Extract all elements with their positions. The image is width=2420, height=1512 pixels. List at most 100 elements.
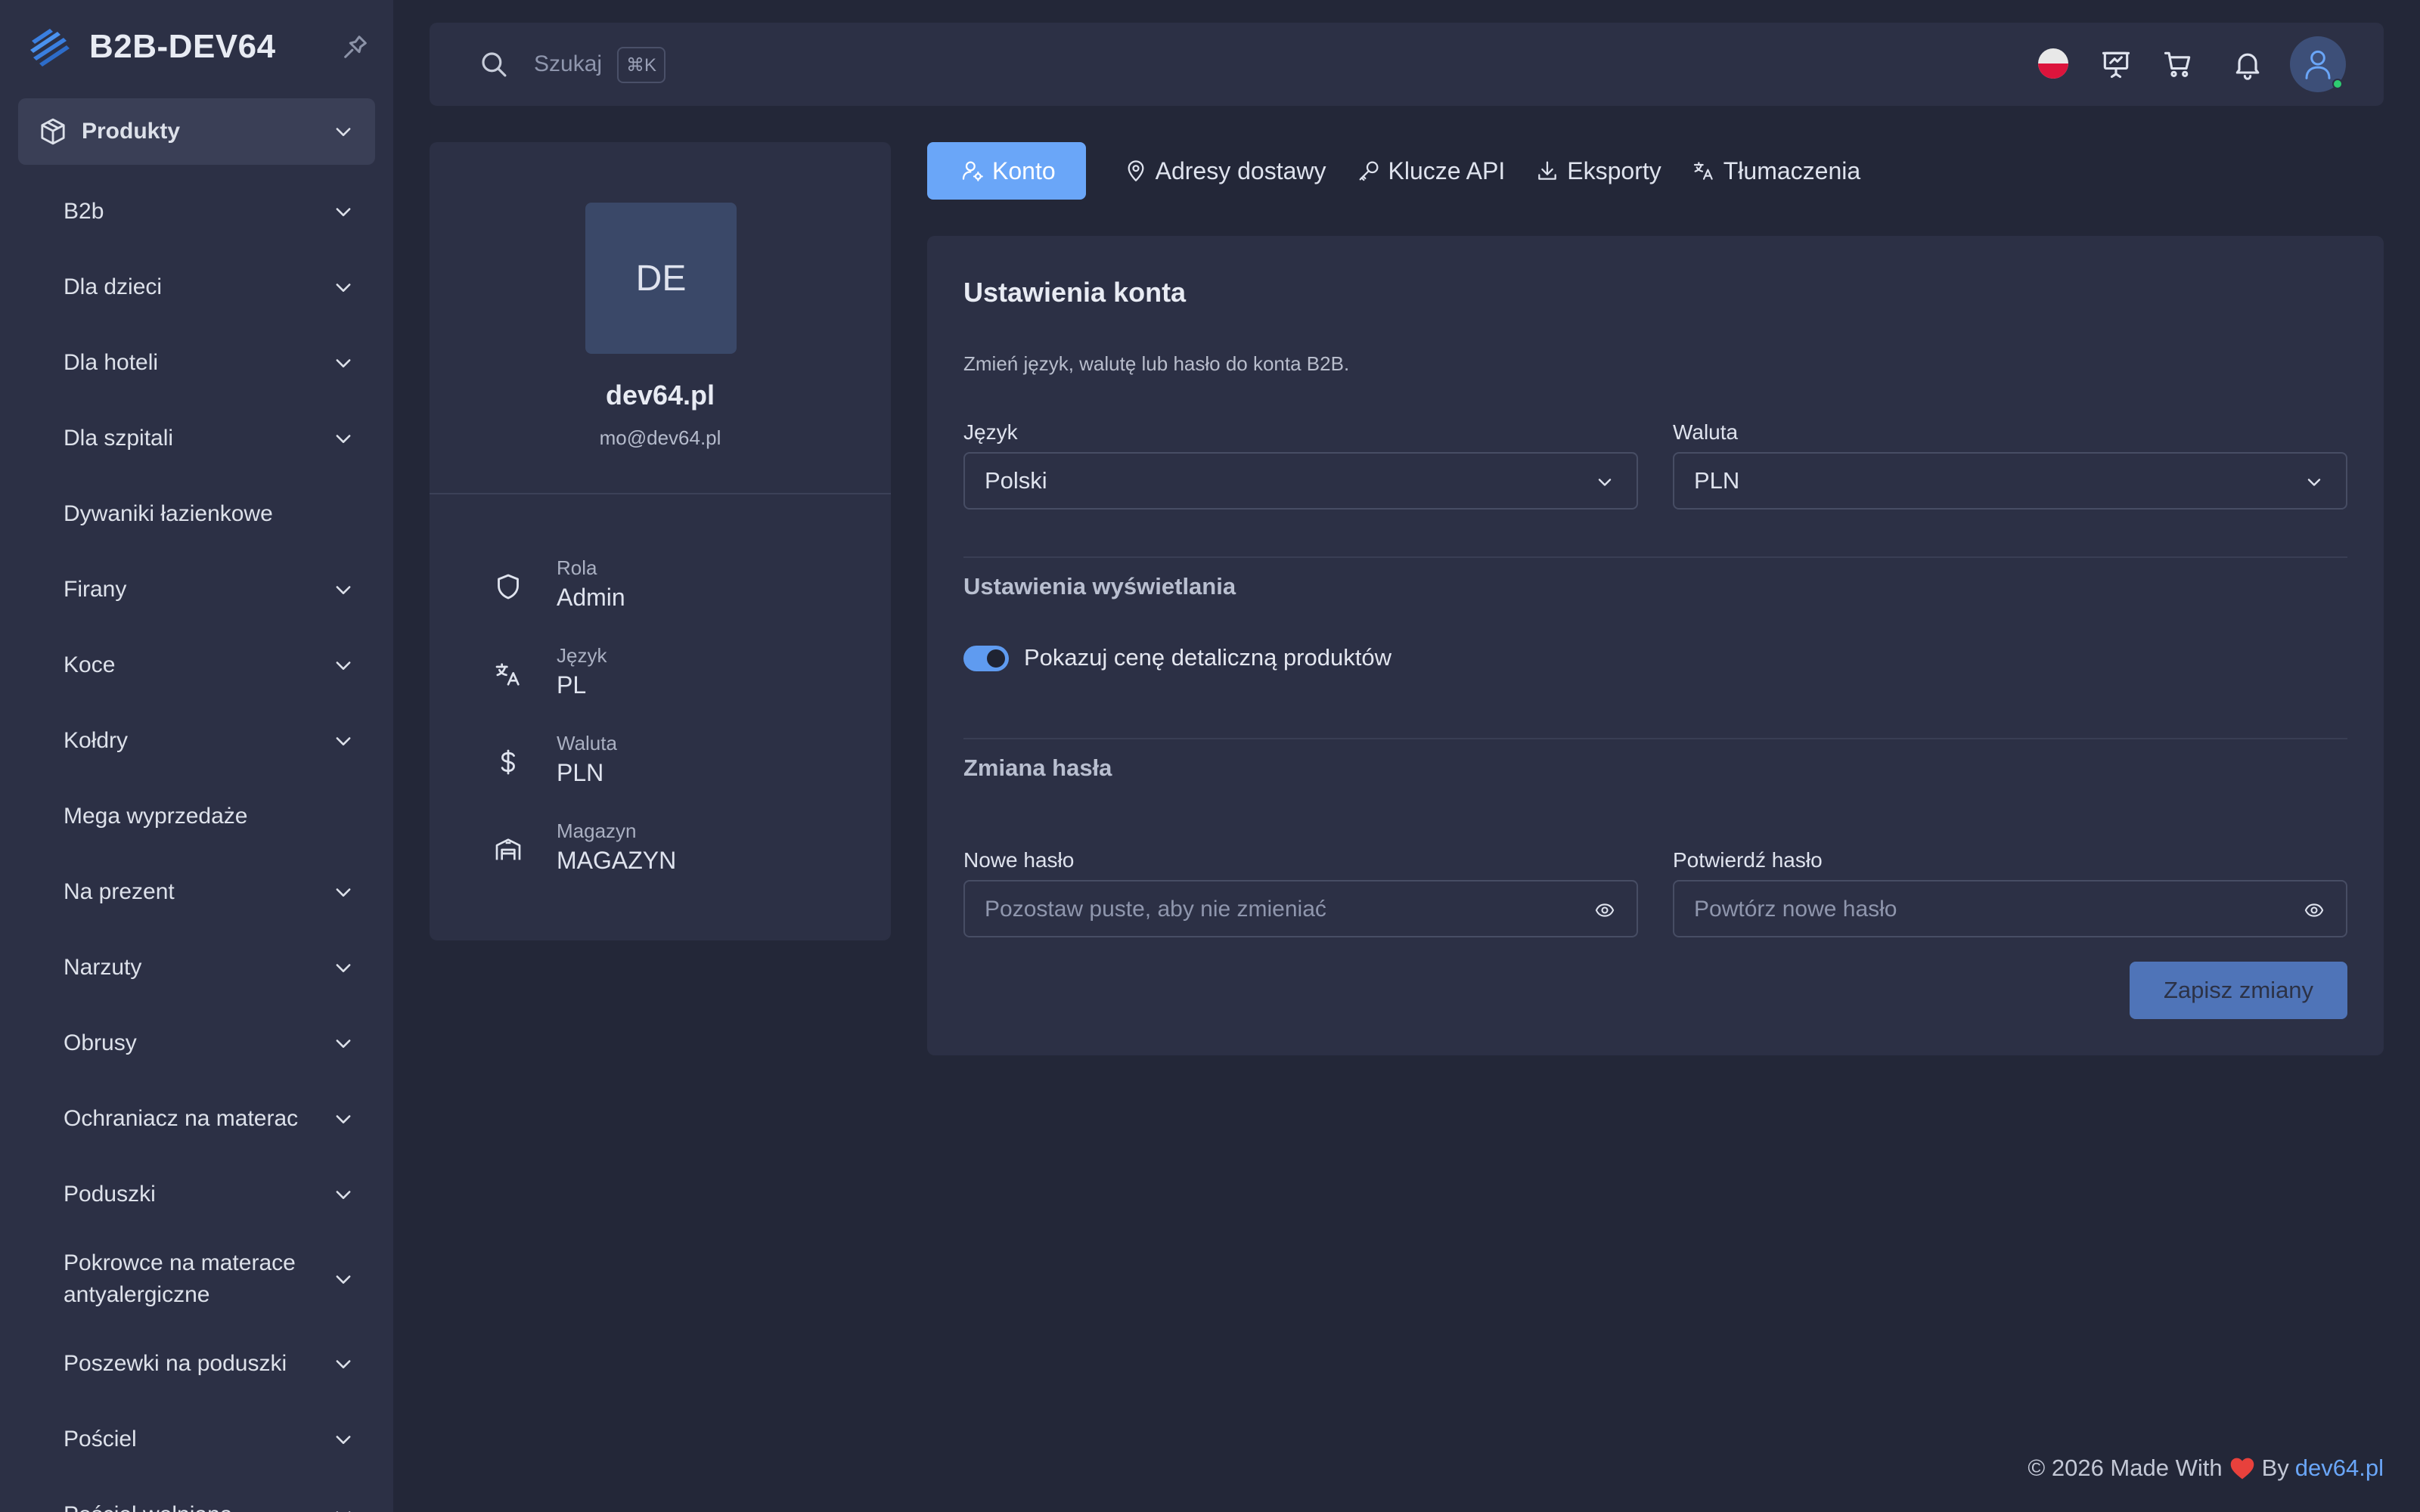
sidebar-item-label: Kołdry: [64, 728, 129, 753]
chevron-down-icon: [336, 737, 351, 745]
sidebar-item-label: Pokrowce na materace antyalergiczne: [64, 1250, 296, 1307]
cart-icon[interactable]: [2161, 48, 2195, 81]
profile-email: mo@dev64.pl: [599, 426, 721, 449]
sidebar-item-label: Dla szpitali: [64, 426, 174, 451]
sidebar-item-label: Poszewki na poduszki: [64, 1351, 287, 1376]
sidebar-item-koldry[interactable]: Kołdry: [18, 703, 375, 779]
eye-icon[interactable]: [1594, 900, 1615, 921]
confirm-password-input[interactable]: [1694, 892, 2284, 927]
package-icon: [41, 118, 65, 145]
chevron-down-icon: [336, 359, 351, 367]
profile-avatar: DE: [585, 203, 737, 354]
profile-language-value: PL: [557, 671, 587, 699]
sidebar: B2B-DEV64 Produkty B2b Dla dzieci Dla ho…: [0, 0, 393, 1512]
sidebar-item-label: Dywaniki łazienkowe: [64, 501, 273, 526]
sidebar-item-label: B2b: [64, 199, 104, 224]
footer-link[interactable]: dev64.pl: [2295, 1455, 2384, 1482]
sidebar-item-koce[interactable]: Koce: [18, 627, 375, 703]
chevron-down-icon: [336, 1040, 351, 1048]
tab-label: Tłumaczenia: [1723, 156, 1861, 184]
display-settings-title: Ustawienia wyświetlania: [963, 573, 1236, 600]
save-button[interactable]: Zapisz zmiany: [2130, 962, 2347, 1019]
flag-pl-icon[interactable]: [2038, 48, 2068, 79]
eye-icon[interactable]: [2304, 900, 2325, 921]
chevron-down-icon: [336, 208, 351, 216]
retail-price-toggle-label: Pokazuj cenę detaliczną produktów: [1024, 644, 1392, 671]
tab-eksporty[interactable]: Eksporty: [1535, 142, 1691, 200]
profile-role-value: Admin: [557, 584, 625, 611]
chevron-down-icon: [336, 1360, 351, 1368]
sidebar-item-narzuty[interactable]: Narzuty: [18, 930, 375, 1005]
sidebar-item-posciel[interactable]: Pościel: [18, 1402, 375, 1477]
new-password-field: [963, 880, 1638, 937]
sidebar-item-label: Dla dzieci: [64, 274, 163, 299]
translate-icon: [1693, 162, 1713, 180]
language-select[interactable]: Polski: [963, 452, 1638, 510]
panel-title: Ustawienia konta: [963, 277, 1187, 308]
footer: © 2026 Made With By dev64.pl: [2028, 1455, 2384, 1482]
toggle-knob: [987, 649, 1005, 668]
new-password-input[interactable]: [985, 892, 1575, 927]
sidebar-item-ochraniacz[interactable]: Ochraniacz na materac: [18, 1081, 375, 1157]
download-icon: [1538, 161, 1557, 180]
profile-currency-value: PLN: [557, 759, 604, 786]
sidebar-item-obrusy[interactable]: Obrusy: [18, 1005, 375, 1081]
sidebar-item-label: Dla hoteli: [64, 350, 159, 375]
sidebar-item-label: Pościel: [64, 1427, 137, 1452]
language-select-value: Polski: [985, 467, 1047, 494]
bell-icon[interactable]: [2231, 48, 2264, 81]
chevron-down-icon: [336, 435, 351, 443]
sidebar-item-firany[interactable]: Firany: [18, 552, 375, 627]
tab-klucze-api[interactable]: Klucze API: [1357, 142, 1536, 200]
sidebar-item-posciel-welniana[interactable]: Pościel wełniana: [18, 1477, 375, 1512]
sidebar-item-dywaniki[interactable]: Dywaniki łazienkowe: [18, 476, 375, 552]
chevron-down-icon: [336, 1511, 351, 1512]
sidebar-item-b2b[interactable]: B2b: [18, 174, 375, 249]
user-menu-button[interactable]: [2290, 36, 2346, 92]
password-change-title: Zmiana hasła: [963, 754, 1112, 781]
sidebar-item-na-prezent[interactable]: Na prezent: [18, 854, 375, 930]
profile-warehouse-value: MAGAZYN: [557, 847, 677, 874]
profile-language-label: Język: [557, 644, 607, 667]
sidebar-item-dla-hoteli[interactable]: Dla hoteli: [18, 325, 375, 401]
tab-tlumaczenia[interactable]: Tłumaczenia: [1692, 142, 1891, 200]
key-icon: [1359, 161, 1378, 181]
presentation-icon[interactable]: [2099, 48, 2133, 81]
sidebar-item-label: Na prezent: [64, 879, 175, 904]
sidebar-item-dla-dzieci[interactable]: Dla dzieci: [18, 249, 375, 325]
sidebar-item-poduszki[interactable]: Poduszki: [18, 1157, 375, 1232]
sidebar-item-label: Pościel wełniana: [64, 1502, 232, 1512]
brand[interactable]: B2B-DEV64: [27, 23, 276, 71]
sidebar-item-label: Mega wyprzedaże: [64, 804, 248, 829]
tab-konto[interactable]: Konto: [927, 142, 1086, 200]
retail-price-toggle[interactable]: [963, 646, 1009, 671]
heart-icon: [2230, 1458, 2254, 1479]
dollar-icon: [501, 749, 515, 775]
chevron-down-icon: [336, 284, 351, 292]
sidebar-item-label: Firany: [64, 577, 127, 602]
chevron-down-icon: [336, 1191, 351, 1199]
sidebar-item-pokrowce[interactable]: Pokrowce na materace antyalergiczne: [18, 1232, 375, 1326]
sidebar-item-dla-szpitali[interactable]: Dla szpitali: [18, 401, 375, 476]
sidebar-item-label: Poduszki: [64, 1182, 156, 1207]
chevron-down-icon: [336, 964, 351, 972]
chevron-down-icon: [336, 1436, 351, 1444]
profile-currency-label: Waluta: [557, 732, 617, 754]
brand-logo-icon: [30, 29, 70, 67]
search-icon[interactable]: [478, 48, 510, 80]
settings-tabs: Konto Adresy dostawy Klucze API Eksporty…: [927, 142, 1891, 200]
sidebar-item-mega-wyprzedaze[interactable]: Mega wyprzedaże: [18, 779, 375, 854]
pin-icon[interactable]: [340, 32, 371, 62]
user-icon: [2305, 50, 2331, 79]
search-input[interactable]: [534, 45, 617, 83]
profile-name: dev64.pl: [605, 380, 715, 411]
sidebar-item-poszewki[interactable]: Poszewki na poduszki: [18, 1326, 375, 1402]
divider: [963, 556, 2347, 558]
sidebar-item-produkty[interactable]: Produkty: [18, 98, 375, 165]
tab-label: Klucze API: [1388, 156, 1506, 184]
chevron-down-icon: [336, 888, 351, 897]
tab-adresy-dostawy[interactable]: Adresy dostawy: [1124, 142, 1357, 200]
chevron-down-icon: [336, 1275, 351, 1284]
currency-select[interactable]: PLN: [1673, 452, 2347, 510]
confirm-password-field: [1673, 880, 2347, 937]
